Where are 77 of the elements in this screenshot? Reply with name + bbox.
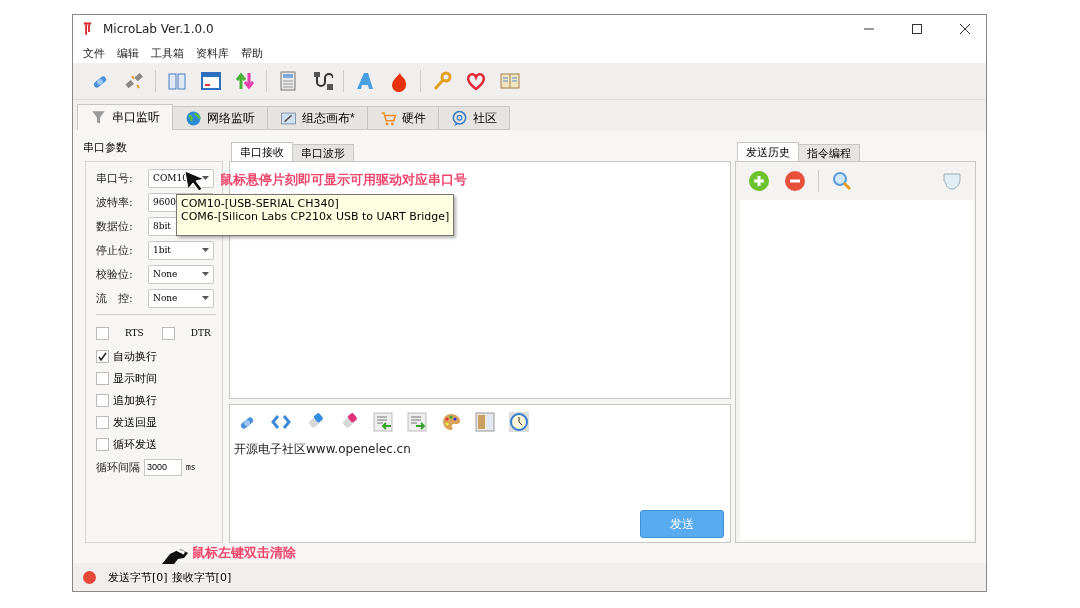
send-area[interactable]: 开源电子社区www.openelec.cn 发送	[229, 404, 731, 543]
unit-label: ms	[186, 462, 196, 472]
clock-button[interactable]	[506, 409, 532, 435]
checkbox[interactable]: 追加换行	[96, 391, 216, 409]
caret-icon	[202, 272, 209, 276]
checkbox[interactable]: DTR	[161, 324, 211, 342]
dropdown[interactable]: None	[148, 288, 214, 308]
chat-globe-icon	[450, 109, 468, 127]
tab[interactable]: 硬件	[366, 106, 439, 130]
status-dot	[83, 570, 96, 584]
tab[interactable]: 发送历史	[737, 142, 799, 161]
plus-icon	[748, 170, 770, 192]
book-icon	[499, 70, 521, 92]
export-button[interactable]	[404, 409, 430, 435]
menu-item[interactable]: 工具箱	[145, 43, 190, 63]
section-title: 串口参数	[82, 140, 128, 156]
window-title: MicroLab Ver.1.0.0	[103, 22, 215, 36]
field-label: 数据位:	[96, 218, 134, 234]
window-icon	[200, 70, 222, 92]
picture-icon	[280, 109, 297, 127]
tab[interactable]: 组态画布*	[267, 106, 368, 130]
field-label: 波特率:	[96, 194, 134, 210]
tooltip-line: COM6-[Silicon Labs CP210x USB to UART Bridge]	[181, 210, 450, 223]
caret-icon	[202, 296, 209, 300]
interval-field[interactable]: 3000	[144, 458, 182, 476]
export-icon	[406, 411, 428, 433]
menu-item[interactable]: 资料库	[190, 43, 235, 63]
heart-icon	[465, 70, 487, 92]
annotation-text: 鼠标悬停片刻即可显示可用驱动对应串口号	[220, 171, 467, 189]
caret-icon	[202, 248, 209, 252]
checkbox[interactable]: 自动换行	[96, 347, 216, 365]
columns-icon	[166, 70, 188, 92]
checkbox[interactable]: RTS	[96, 324, 144, 342]
columns-icon	[474, 411, 496, 433]
funnel-icon	[90, 109, 107, 126]
tab[interactable]: 串口接收	[231, 142, 293, 161]
send-text: 开源电子社区www.openelec.cn	[234, 441, 412, 458]
checkbox[interactable]: 循环发送	[96, 435, 216, 453]
search-icon	[831, 170, 853, 192]
calculator-icon	[277, 70, 299, 92]
up-down-arrows-icon	[234, 70, 256, 92]
status-text: 接收字节[0]	[171, 569, 232, 585]
dropdown[interactable]: 1bit	[148, 240, 214, 260]
columns-button[interactable]	[472, 409, 498, 435]
mask-icon	[941, 170, 963, 192]
cart-icon	[379, 109, 397, 127]
letter-icon	[354, 70, 376, 92]
cable-icon	[311, 70, 333, 92]
import-icon	[372, 411, 394, 433]
close-icon	[960, 24, 970, 34]
menu-item[interactable]: 帮助	[235, 43, 269, 63]
clock-icon	[508, 411, 530, 433]
checkbox[interactable]: 显示时间	[96, 369, 216, 387]
tab[interactable]: 网络监听	[172, 106, 268, 130]
globe-icon	[185, 109, 202, 127]
menu-item[interactable]: 文件	[77, 43, 111, 63]
minus-icon	[784, 170, 806, 192]
checkmark-icon	[98, 351, 107, 361]
field-label: 停止位:	[96, 242, 134, 258]
palette-icon	[440, 411, 462, 433]
field-label: 串口号:	[96, 170, 134, 186]
caret-icon	[202, 176, 209, 180]
checkbox[interactable]: 发送回显	[96, 413, 216, 431]
maximize-icon	[912, 24, 922, 34]
status-text: 发送字节[0]	[108, 569, 168, 585]
tab[interactable]: 指令编程	[798, 144, 860, 161]
tab[interactable]: 串口监听	[77, 104, 173, 130]
key-icon	[431, 70, 453, 92]
field-label: 循环间隔	[96, 459, 140, 475]
menu-item[interactable]: 编辑	[111, 43, 145, 63]
tab[interactable]: 社区	[437, 106, 510, 130]
annotation-text: 鼠标左键双击清除	[192, 544, 296, 562]
field-label: 流 控:	[96, 290, 134, 306]
field-label: 校验位:	[96, 266, 134, 282]
tab[interactable]: 串口波形	[292, 144, 354, 161]
dropdown[interactable]: None	[148, 264, 214, 284]
import-button[interactable]	[370, 409, 396, 435]
